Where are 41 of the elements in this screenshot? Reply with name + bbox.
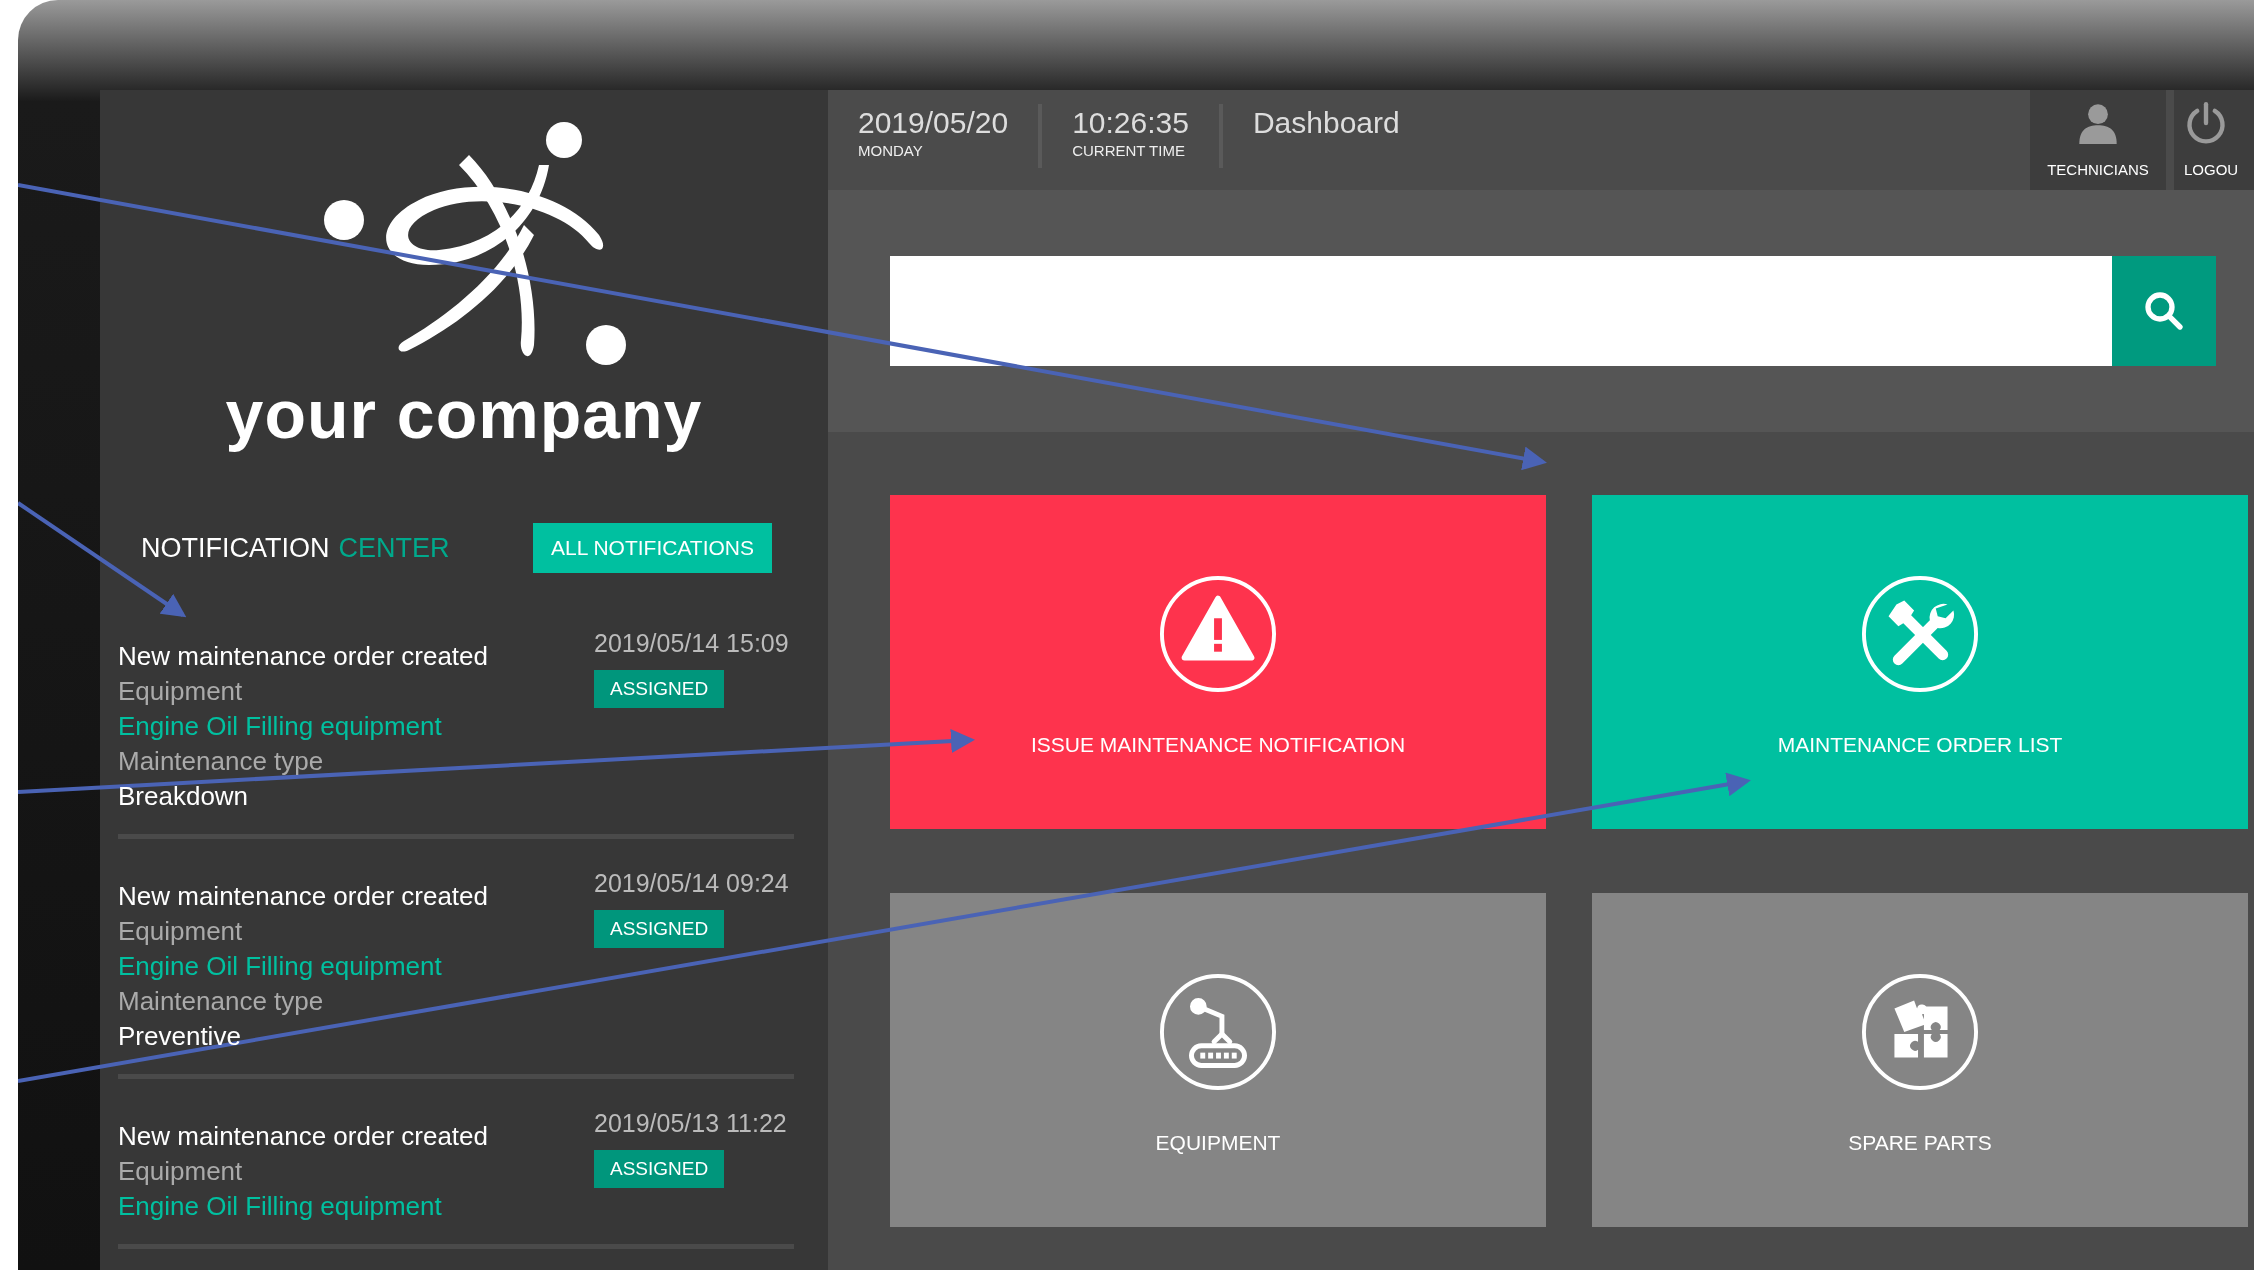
equipment-label: Equipment (118, 1156, 244, 1187)
status-badge: ASSIGNED (594, 670, 725, 708)
equipment-label: Equipment (118, 676, 244, 707)
person-icon (2076, 101, 2120, 145)
equipment-label: Equipment (118, 916, 244, 947)
maintenance-type-label: Maintenance type (118, 986, 325, 1017)
robot-tile[interactable]: EQUIPMENT (890, 893, 1546, 1227)
warning-tile[interactable]: ISSUE MAINTENANCE NOTIFICATION (890, 495, 1546, 829)
notification-date: 2019/05/13 11:22 (594, 1109, 787, 1138)
technicians-button[interactable]: TECHNICIANS (2030, 90, 2166, 190)
warning-icon (1159, 575, 1277, 693)
search-field[interactable] (890, 256, 2112, 366)
maintenance-type-label: Maintenance type (118, 746, 325, 777)
status-badge: ASSIGNED (594, 1150, 725, 1188)
logout-button[interactable]: LOGOU (2174, 90, 2254, 190)
notification-title: New maintenance order created (118, 1121, 488, 1152)
maintenance-type-value: Breakdown (118, 781, 250, 812)
power-icon (2184, 101, 2228, 145)
current-date: 2019/05/20 (858, 106, 1009, 140)
notification-title: New maintenance order created (118, 881, 488, 912)
tools-icon (1861, 575, 1979, 693)
equipment-link[interactable]: Engine Oil Filling equipment (118, 711, 488, 742)
search-button[interactable] (2112, 256, 2216, 366)
puzzle-icon (1861, 973, 1979, 1091)
weekday-label: MONDAY (858, 142, 924, 159)
current-time: 10:26:35 (1072, 106, 1189, 140)
page-title: Dashboard (1252, 106, 1400, 140)
equipment-link[interactable]: Engine Oil Filling equipment (118, 951, 488, 982)
company-logo-text: your company (225, 375, 703, 453)
status-badge: ASSIGNED (594, 910, 725, 948)
robot-arm-icon (1159, 973, 1277, 1091)
notification-date: 2019/05/14 09:24 (594, 869, 789, 898)
equipment-link[interactable]: Engine Oil Filling equipment (118, 1191, 488, 1222)
search-icon (2144, 291, 2184, 331)
notification-center-title: NOTIFICATION (141, 532, 330, 564)
puzzle-tile[interactable]: SPARE PARTS (1592, 893, 2248, 1227)
notification-date: 2019/05/14 15:09 (594, 629, 789, 658)
current-time-label: CURRENT TIME (1072, 142, 1186, 159)
notification-center-title-accent: CENTER (338, 532, 450, 564)
notification-title: New maintenance order created (118, 641, 488, 672)
maintenance-type-value: Preventive (118, 1021, 242, 1052)
